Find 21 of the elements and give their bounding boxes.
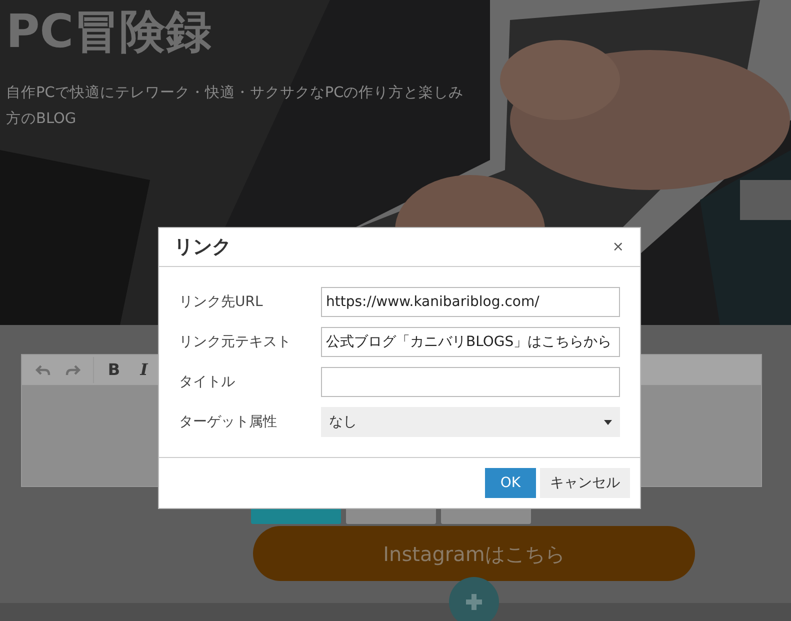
add-button[interactable]	[449, 577, 499, 621]
field-label: タイトル	[179, 372, 236, 392]
field-label: ターゲット属性	[179, 412, 278, 432]
plus-icon	[464, 592, 484, 612]
close-button[interactable]: ×	[610, 236, 626, 258]
redo-icon	[65, 362, 81, 378]
bold-button[interactable]: B	[101, 357, 127, 383]
input-field[interactable]	[321, 367, 620, 397]
select-field[interactable]: なし	[321, 407, 620, 437]
field-label: リンク元テキスト	[179, 332, 292, 352]
site-tagline: 自作PCで快適にテレワーク・快適・サクサクなPCの作り方と楽しみ方のBLOG	[6, 84, 465, 129]
undo-icon	[35, 362, 51, 378]
italic-button[interactable]: I	[131, 357, 157, 383]
input-field[interactable]: 公式ブログ「カニバリBLOGS」はこちらから	[321, 327, 620, 357]
site-title: PC冒険録	[6, 4, 212, 60]
field-label: リンク先URL	[179, 292, 264, 312]
cancel-button[interactable]: キャンセル	[540, 468, 630, 498]
caret-icon	[604, 420, 612, 424]
input-field[interactable]: https://www.kanibariblog.com/	[321, 287, 620, 317]
ok-button[interactable]: OK	[485, 468, 536, 498]
dialog-title: リンク	[174, 234, 231, 260]
